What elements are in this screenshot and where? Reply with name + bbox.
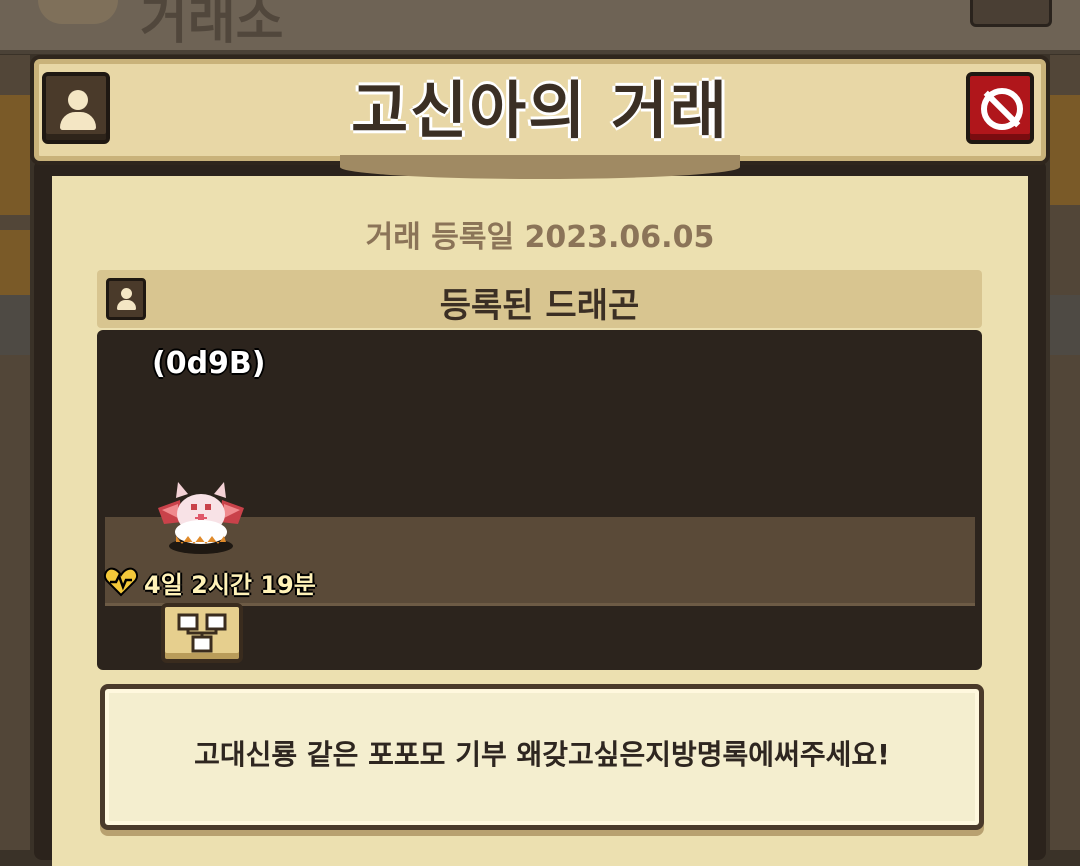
background-logo xyxy=(38,0,118,24)
registration-date: 거래 등록일 2023.06.05 xyxy=(365,220,715,255)
background-button xyxy=(970,0,1052,27)
family-tree-icon xyxy=(177,613,227,653)
header-notch xyxy=(340,155,740,179)
heart-pulse-icon xyxy=(104,567,138,597)
background-left-strip xyxy=(0,55,30,850)
background-right-strip xyxy=(1050,55,1080,850)
life-timer: 4일 2시간 19분 xyxy=(104,565,316,599)
background-screen-title: 거래소 xyxy=(140,0,284,51)
background-top-bar: 거래소 xyxy=(0,0,1080,54)
time-remaining: 4일 2시간 19분 xyxy=(144,570,316,599)
trade-message: 고대신룡 같은 포포모 기부 왜갖고싶은지방명록에써주세요! xyxy=(194,738,890,771)
close-button[interactable] xyxy=(966,72,1034,144)
profile-button[interactable] xyxy=(42,72,110,144)
user-icon xyxy=(68,90,88,110)
dialog-title: 고신아의 거래 xyxy=(351,74,729,147)
owner-profile-button[interactable] xyxy=(106,278,146,320)
user-icon xyxy=(121,288,132,299)
family-tree-button[interactable] xyxy=(161,603,243,663)
registered-dragon-title: 등록된 드래곤 xyxy=(439,286,640,326)
dragon-code: (0d9B) xyxy=(152,346,266,381)
dragon-sprite[interactable] xyxy=(154,478,248,558)
